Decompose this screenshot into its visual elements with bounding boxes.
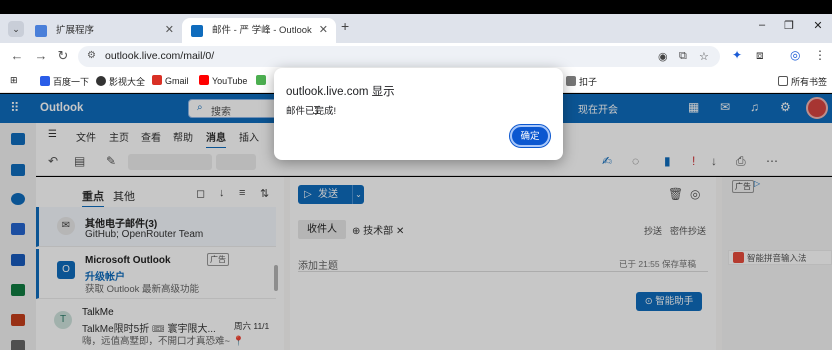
- globe-icon: [96, 76, 106, 86]
- more-icon[interactable]: ⋮: [814, 48, 826, 62]
- close-icon[interactable]: ✕: [165, 18, 174, 43]
- bookmark-kouzi[interactable]: 扣子: [566, 75, 597, 88]
- reload-icon[interactable]: ↻: [55, 48, 71, 64]
- apps-icon[interactable]: ⊞: [10, 75, 18, 86]
- eye-icon[interactable]: ◉: [658, 50, 668, 63]
- bookmark-youtube[interactable]: YouTube: [199, 75, 247, 86]
- bookmark-baidu[interactable]: 百度一下: [40, 75, 89, 88]
- bookmark-extra[interactable]: [256, 75, 269, 86]
- tab-extensions[interactable]: 扩展程序 ✕: [26, 18, 182, 43]
- gmail-icon: [152, 75, 162, 85]
- dialog-title: outlook.live.com 显示: [286, 86, 395, 98]
- forward-icon[interactable]: →: [33, 48, 49, 63]
- youtube-icon: [199, 75, 209, 85]
- minimize-button[interactable]: –: [752, 19, 772, 31]
- tab-title: 扩展程序: [56, 25, 95, 36]
- site-info-icon[interactable]: ⚙: [87, 50, 96, 61]
- puzzle-icon[interactable]: ⧈: [756, 48, 764, 63]
- outlook-icon: [191, 25, 203, 37]
- tab-title: 邮件 - 严 学峰 - Outlook: [212, 25, 312, 36]
- browser-tab-strip: ⌄ 扩展程序 ✕ 邮件 - 严 学峰 - Outlook ✕ + – ❐ ✕: [0, 14, 832, 43]
- restore-button[interactable]: ❐: [779, 19, 799, 32]
- install-icon[interactable]: ⧉: [679, 50, 687, 63]
- all-bookmarks[interactable]: 所有书签: [778, 75, 827, 88]
- new-tab-button[interactable]: +: [341, 18, 349, 34]
- star-icon[interactable]: ☆: [699, 50, 709, 63]
- ok-button[interactable]: 确定: [509, 124, 551, 148]
- dialog-message: 邮件已完成!: [286, 106, 337, 117]
- bookmark-yingshi[interactable]: 影视大全: [96, 75, 145, 88]
- url-text: outlook.live.com/mail/0/: [105, 50, 215, 62]
- address-bar[interactable]: ⚙ outlook.live.com/mail/0/ ◉ ⧉ ☆: [78, 46, 720, 67]
- baidu-icon: [40, 76, 50, 86]
- alert-dialog: outlook.live.com 显示 邮件已完成! Ɪ 确定: [274, 68, 563, 160]
- folder-icon: [778, 76, 788, 86]
- folder-icon: [566, 76, 576, 86]
- puzzle-icon: [35, 25, 47, 37]
- tab-outlook[interactable]: 邮件 - 严 学峰 - Outlook ✕: [182, 18, 336, 43]
- profile-icon[interactable]: ◎: [790, 48, 800, 62]
- extension-icon[interactable]: ✦: [732, 48, 742, 62]
- back-icon[interactable]: ←: [9, 48, 25, 63]
- tab-search-menu[interactable]: ⌄: [8, 21, 24, 37]
- close-window-button[interactable]: ✕: [808, 19, 828, 32]
- bookmark-icon: [256, 75, 266, 85]
- text-cursor-icon: Ɪ: [314, 105, 321, 117]
- browser-toolbar: ← → ↻ ⚙ outlook.live.com/mail/0/ ◉ ⧉ ☆ ✦…: [0, 43, 832, 69]
- close-icon[interactable]: ✕: [319, 18, 328, 43]
- bookmark-gmail[interactable]: Gmail: [152, 75, 189, 86]
